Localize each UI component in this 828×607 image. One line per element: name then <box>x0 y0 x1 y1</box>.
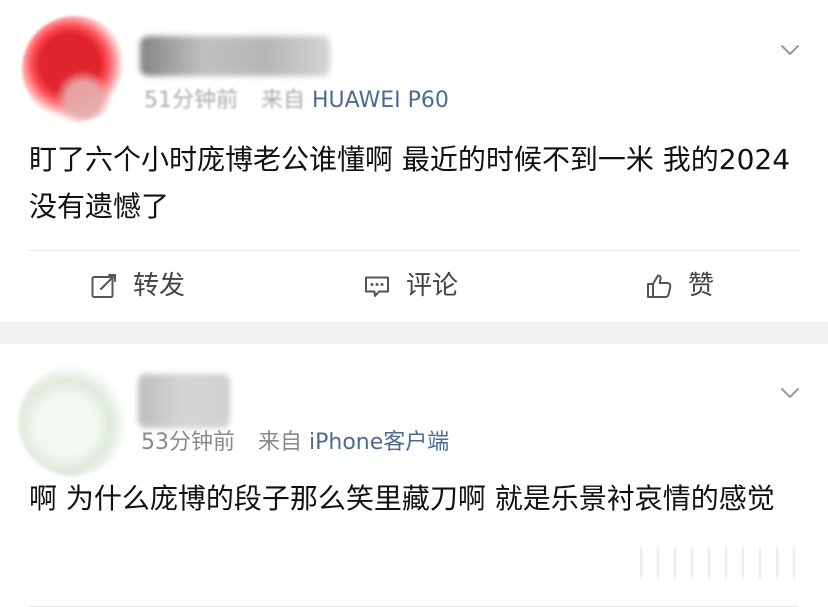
chevron-down-icon[interactable] <box>780 44 800 56</box>
blurred-username <box>140 36 330 76</box>
post-time: 53分钟前 <box>141 430 235 455</box>
comment-button[interactable]: 评论 <box>362 258 458 314</box>
repost-button[interactable]: 转发 <box>89 258 185 314</box>
blurred-username <box>138 374 230 428</box>
repost-label: 转发 <box>133 271 186 301</box>
feed-separator <box>0 322 828 344</box>
chevron-down-icon[interactable] <box>780 387 800 399</box>
weibo-post-card: 51分钟前 来自 HUAWEI P60 盯了六个小时庞博老公谁懂啊 最近的时候不… <box>0 0 828 322</box>
like-label: 赞 <box>688 271 715 301</box>
source-prefix: 来自 <box>258 430 303 455</box>
watermark-bars <box>632 547 802 579</box>
post-meta: 51分钟前 来自 HUAWEI P60 <box>144 90 449 112</box>
source-prefix: 来自 <box>261 88 306 113</box>
post-source-link[interactable]: iPhone客户端 <box>309 430 449 455</box>
comment-label: 评论 <box>406 271 459 301</box>
thumbs-up-icon <box>647 274 672 298</box>
post-text: 啊 为什么庞博的段子那么笑里藏刀啊 就是乐景衬哀情的感觉 <box>29 482 775 515</box>
weibo-post-card: 53分钟前 来自 iPhone客户端 啊 为什么庞博的段子那么笑里藏刀啊 就是乐… <box>0 344 828 607</box>
avatar[interactable] <box>22 16 128 122</box>
like-button[interactable]: 赞 <box>644 258 714 314</box>
comment-icon <box>365 276 389 297</box>
edit-square-icon <box>91 274 116 298</box>
post-source-link[interactable]: HUAWEI P60 <box>312 88 449 113</box>
post-text: 盯了六个小时庞博老公谁懂啊 最近的时候不到一米 我的2024没有遗憾了 <box>29 143 791 223</box>
post-time: 51分钟前 <box>144 88 238 113</box>
post-actions: 转发 评论 赞 <box>0 258 828 314</box>
avatar[interactable] <box>18 366 128 476</box>
post-meta: 53分钟前 来自 iPhone客户端 <box>141 432 449 454</box>
action-divider <box>29 250 799 251</box>
